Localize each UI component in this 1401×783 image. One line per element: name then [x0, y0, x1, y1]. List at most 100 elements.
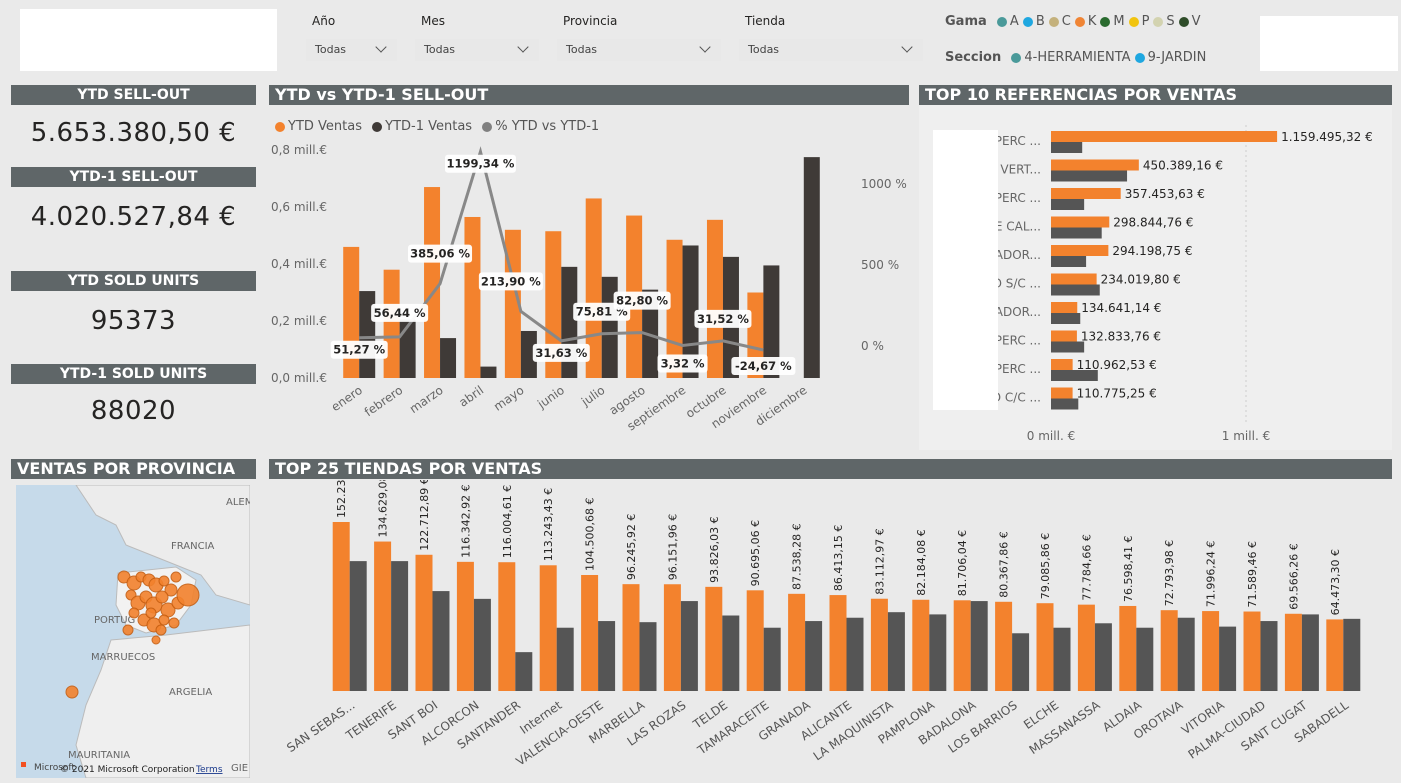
bar-ytd[interactable]	[1036, 603, 1054, 691]
bar-ytd[interactable]	[1051, 188, 1121, 199]
bar-ytd1[interactable]	[1051, 313, 1081, 324]
bar-ytd1[interactable]	[1012, 633, 1030, 691]
legend-item-b[interactable]: B	[1022, 14, 1045, 29]
bar-ytd[interactable]	[1243, 611, 1261, 691]
bar-ytd1[interactable]	[391, 561, 409, 691]
bar-ytd1[interactable]	[1260, 621, 1278, 691]
bar-ytd1[interactable]	[763, 627, 781, 691]
bar-ytd1[interactable]	[440, 338, 457, 378]
bar-ytd[interactable]	[1077, 604, 1095, 691]
bar-ytd1[interactable]	[1219, 626, 1237, 691]
bar-ytd[interactable]	[705, 586, 723, 691]
bar-ytd[interactable]	[1051, 302, 1078, 313]
bar-ytd1[interactable]	[1051, 142, 1083, 153]
province-bubble[interactable]	[145, 607, 157, 619]
bar-ytd1[interactable]	[970, 601, 988, 691]
bar-ytd1[interactable]	[556, 627, 574, 691]
province-bubble[interactable]	[122, 624, 134, 636]
monthly-chart[interactable]: 0,0 mill.€ 0,2 mill.€ 0,4 mill.€ 0,6 mill.€…	[269, 138, 909, 440]
bar-ytd[interactable]	[383, 269, 400, 378]
bar-ytd[interactable]	[663, 584, 681, 691]
bar-ytd1[interactable]	[1051, 256, 1087, 267]
province-bubble[interactable]	[65, 685, 79, 699]
legend-item-9-jardin[interactable]: 9-JARDIN	[1134, 50, 1206, 65]
province-bubble[interactable]	[155, 590, 169, 604]
province-bubble[interactable]	[176, 583, 200, 607]
bar-ytd[interactable]	[1160, 610, 1178, 691]
bar-ytd1[interactable]	[359, 291, 376, 378]
bar-ytd[interactable]	[581, 574, 599, 691]
legend-item-s[interactable]: S	[1153, 14, 1175, 29]
bar-ytd[interactable]	[1051, 359, 1073, 370]
bar-ytd[interactable]	[995, 601, 1013, 691]
bar-ytd1[interactable]	[1051, 284, 1100, 296]
bar-ytd1[interactable]	[473, 598, 491, 691]
bar-ytd[interactable]	[1119, 605, 1137, 691]
bar-ytd1[interactable]	[929, 614, 947, 691]
legend-item-c[interactable]: C	[1048, 14, 1071, 29]
slicer-dropdown[interactable]: Todas	[557, 39, 721, 61]
bar-ytd1[interactable]	[639, 622, 657, 691]
bar-ytd1[interactable]	[1051, 398, 1079, 410]
province-bubble[interactable]	[128, 607, 140, 619]
province-map[interactable]: ALEMAN FRANCIA PORTUG MARRUECOS ARGELIA MAURI…	[16, 485, 250, 778]
bar-ytd1[interactable]	[846, 617, 864, 691]
bar-ytd[interactable]	[1051, 159, 1139, 171]
bar-ytd1[interactable]	[803, 157, 820, 378]
bar-ytd1[interactable]	[680, 601, 698, 691]
province-bubble[interactable]	[168, 617, 180, 629]
bar-ytd[interactable]	[374, 541, 392, 691]
bar-ytd[interactable]	[464, 216, 481, 378]
bar-ytd1[interactable]	[1301, 614, 1319, 691]
province-bubble[interactable]	[158, 575, 170, 587]
bar-ytd[interactable]	[415, 554, 433, 691]
bar-ytd1[interactable]	[480, 366, 497, 378]
bar-ytd1[interactable]	[1051, 341, 1085, 353]
bar-ytd[interactable]	[1051, 273, 1097, 285]
bar-ytd1[interactable]	[1053, 627, 1071, 691]
bar-ytd1[interactable]	[1051, 227, 1102, 239]
bar-ytd1[interactable]	[1051, 170, 1128, 182]
bar-ytd[interactable]	[788, 593, 806, 691]
map-terms-link[interactable]: Terms	[195, 765, 223, 775]
bar-ytd[interactable]	[953, 600, 971, 691]
bar-ytd[interactable]	[1051, 387, 1073, 399]
slicer-dropdown[interactable]: Todas	[415, 39, 539, 61]
bar-ytd[interactable]	[870, 598, 888, 691]
bar-ytd[interactable]	[1051, 216, 1110, 228]
bar-ytd1[interactable]	[432, 591, 450, 691]
bar-ytd1[interactable]	[349, 561, 367, 691]
bar-ytd[interactable]	[456, 561, 474, 691]
slicer-dropdown[interactable]: Todas	[739, 39, 923, 61]
bar-ytd1[interactable]	[598, 621, 616, 691]
legend-item-v[interactable]: V	[1178, 14, 1201, 29]
bar-ytd[interactable]	[539, 565, 557, 691]
top25-chart[interactable]: 152.233,35 €SAN SEBAS...134.629,08 €TENE…	[269, 480, 1392, 780]
bar-ytd1[interactable]	[1136, 627, 1154, 691]
bar-ytd1[interactable]	[1343, 618, 1361, 691]
legend-item-m[interactable]: M	[1100, 14, 1125, 29]
bar-ytd[interactable]	[498, 562, 516, 691]
legend-item-a[interactable]: A	[996, 14, 1019, 29]
province-bubble[interactable]	[158, 614, 170, 626]
legend-item-p[interactable]: P	[1128, 14, 1149, 29]
bar-ytd[interactable]	[746, 590, 764, 691]
bar-ytd[interactable]	[912, 599, 930, 691]
legend-item-4-herramienta[interactable]: 4-HERRAMIENTA	[1011, 50, 1131, 65]
province-bubble[interactable]	[155, 624, 167, 636]
bar-ytd1[interactable]	[1051, 199, 1085, 210]
legend-item-k[interactable]: K	[1074, 14, 1096, 29]
bar-ytd1[interactable]	[515, 652, 533, 691]
bar-ytd[interactable]	[829, 595, 847, 691]
bar-ytd[interactable]	[1051, 330, 1077, 342]
bar-ytd[interactable]	[1051, 245, 1109, 256]
bar-ytd[interactable]	[622, 584, 640, 691]
bar-ytd[interactable]	[424, 187, 441, 378]
bar-ytd1[interactable]	[805, 621, 823, 691]
province-bubble[interactable]	[151, 635, 161, 645]
bar-ytd1[interactable]	[1094, 623, 1112, 691]
province-bubble[interactable]	[170, 571, 182, 583]
bar-ytd[interactable]	[706, 219, 723, 378]
bar-ytd[interactable]	[1202, 611, 1220, 691]
bar-ytd1[interactable]	[1177, 617, 1195, 691]
